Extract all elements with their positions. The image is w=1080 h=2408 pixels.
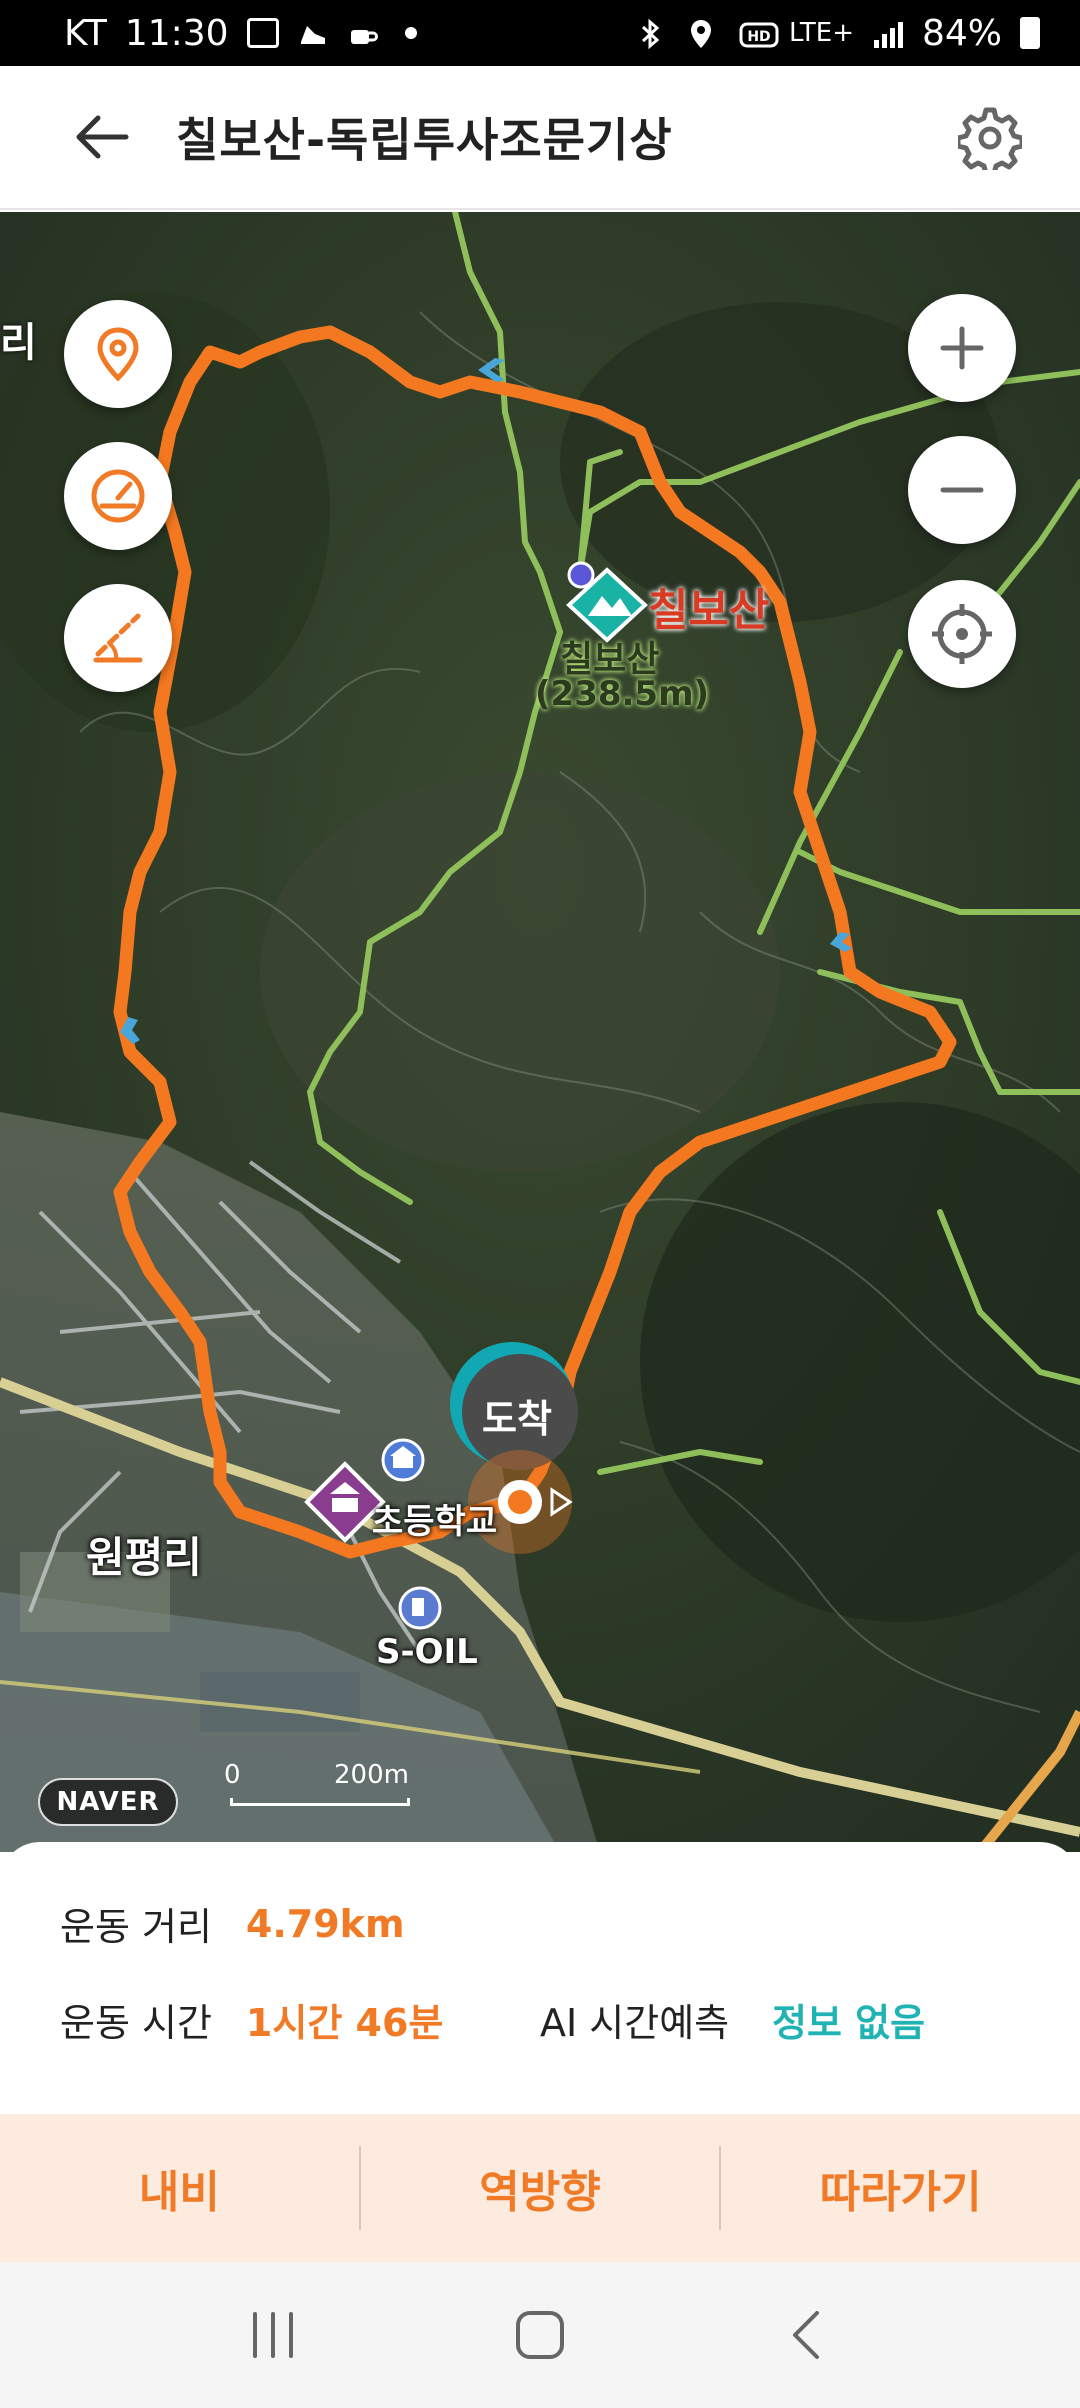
elevation-icon — [93, 613, 143, 663]
follow-button[interactable]: 따라가기 — [721, 2114, 1080, 2262]
village-label: 원평리 — [86, 1533, 202, 1582]
public-building-marker — [381, 1438, 425, 1482]
map-scale: 0 200m — [224, 1760, 414, 1806]
carrier-label: KT — [64, 12, 107, 54]
battery-percent: 84% — [921, 12, 1002, 54]
bluetooth-icon — [639, 18, 671, 50]
hd-voice-icon: HD — [739, 18, 779, 48]
location-status-icon — [689, 18, 721, 48]
naver-logo: NAVER — [38, 1778, 178, 1826]
coffee-notification-icon — [347, 18, 379, 48]
system-nav-bar — [0, 2262, 1080, 2408]
scale-zero-label: 0 — [224, 1760, 241, 1790]
ai-prediction-label: AI 시간예측 — [540, 2001, 730, 2045]
distance-label: 운동 거리 — [60, 1905, 212, 1949]
school-label: 초등학교 — [372, 1502, 498, 1542]
time-value: 1시간 46분 — [245, 2001, 444, 2045]
distance-value: 4.79km — [245, 1901, 405, 1946]
status-right: HD LTE+ 84% — [639, 13, 1040, 54]
home-icon — [515, 2311, 564, 2359]
reverse-button[interactable]: 역방향 — [361, 2114, 720, 2262]
time-label: 운동 시간 — [60, 2001, 212, 2045]
image-notification-icon — [246, 18, 279, 48]
back-nav-button[interactable] — [747, 2285, 867, 2385]
action-bar: 내비 역방향 따라가기 — [0, 2114, 1080, 2262]
network-type: LTE+ — [788, 18, 854, 48]
location-pin-button[interactable] — [64, 300, 172, 408]
recent-apps-icon — [253, 2312, 294, 2358]
chevron-left-icon — [792, 2311, 819, 2359]
map-view[interactable]: 리 칠보산 칠보산 (238.5m) 원평리 초등학교 S-OIL 도착 NAV… — [0, 212, 1080, 1852]
scale-distance-label: 200m — [334, 1760, 409, 1790]
status-left: KT 11:30 — [64, 13, 417, 54]
shoe-notification-icon — [297, 18, 329, 48]
navigate-button[interactable]: 내비 — [0, 2114, 359, 2262]
my-location-button[interactable] — [908, 580, 1016, 688]
gear-icon — [958, 107, 1022, 170]
edge-place-label: 리 — [0, 320, 37, 366]
scale-bar — [230, 1798, 410, 1806]
peak-elevation-label: (238.5m) — [535, 674, 710, 714]
elevation-button[interactable] — [64, 584, 172, 692]
clock: 11:30 — [124, 12, 229, 54]
signal-icon — [872, 18, 904, 48]
svg-text:HD: HD — [747, 29, 770, 45]
minus-icon — [940, 487, 984, 493]
speedometer-button[interactable] — [64, 442, 172, 550]
gas-station-marker — [398, 1586, 442, 1630]
peak-name-label: 칠보산 — [648, 585, 770, 636]
crosshair-icon — [932, 604, 992, 664]
back-button[interactable] — [52, 87, 152, 187]
zoom-in-button[interactable] — [908, 294, 1016, 402]
arrow-left-icon — [76, 115, 129, 159]
more-notifications-icon — [404, 27, 417, 39]
status-bar: KT 11:30 HD LTE+ 84% — [0, 0, 1080, 66]
arrival-label: 도착 — [482, 1397, 552, 1441]
home-button[interactable] — [480, 2285, 600, 2385]
settings-button[interactable] — [940, 88, 1040, 188]
plus-icon — [940, 326, 984, 370]
location-pin-icon — [97, 327, 139, 382]
battery-icon — [1020, 17, 1040, 49]
speedometer-icon — [91, 469, 145, 523]
app-bar: 칠보산-독립투사조문기상 — [0, 66, 1080, 210]
page-title: 칠보산-독립투사조문기상 — [176, 113, 673, 167]
recent-apps-button[interactable] — [213, 2285, 333, 2385]
distance-row: 운동 거리 4.79km — [60, 1896, 405, 1951]
zoom-out-button[interactable] — [908, 436, 1016, 544]
gas-station-label: S-OIL — [376, 1632, 478, 1672]
ai-prediction-value: 정보 없음 — [772, 2001, 926, 2045]
time-row: 운동 시간 1시간 46분 AI 시간예측 정보 없음 — [60, 1992, 1080, 2047]
